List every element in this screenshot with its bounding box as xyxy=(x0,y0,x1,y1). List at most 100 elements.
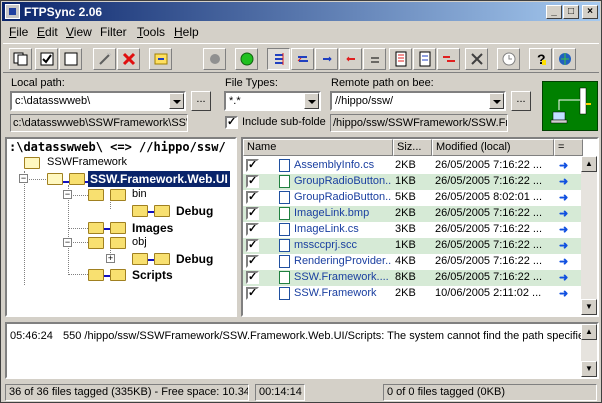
tree-node-bin[interactable]: bin xyxy=(132,188,147,200)
sync-right-icon[interactable] xyxy=(315,48,338,70)
collapse-icon[interactable]: − xyxy=(63,190,72,199)
menu-filter[interactable]: Filter xyxy=(100,25,127,39)
arrow-left-icon[interactable] xyxy=(339,48,362,70)
arrow-right-icon: ➜ xyxy=(559,160,569,172)
row-checkbox[interactable] xyxy=(246,206,259,220)
folder-icon xyxy=(110,269,126,281)
table-row[interactable]: SSW.Framework.... 8KB 26/05/2005 7:16:22 .… xyxy=(243,270,583,286)
log-scrollbar[interactable]: ▲ ▼ xyxy=(581,324,597,377)
row-checkbox[interactable] xyxy=(246,286,259,300)
collapse-icon[interactable]: − xyxy=(19,174,28,183)
help-icon[interactable]: ? xyxy=(529,48,552,70)
column-header-name[interactable]: Name xyxy=(243,139,393,156)
row-checkbox[interactable] xyxy=(246,222,259,236)
row-checkbox[interactable] xyxy=(246,174,259,188)
table-row[interactable]: ImageLink.bmp 2KB 26/05/2005 7:16:22 ... ➜ xyxy=(243,206,583,222)
project-file-icon xyxy=(279,271,290,284)
file-types-combo[interactable]: *.* xyxy=(224,91,321,111)
remote-path-combo[interactable]: //hippo/ssw/ xyxy=(330,91,506,111)
close-button[interactable]: × xyxy=(582,5,598,19)
browse-remote-button[interactable]: ... xyxy=(511,91,531,111)
collapse-icon[interactable]: − xyxy=(63,238,72,247)
stop-icon[interactable] xyxy=(203,48,226,70)
wand-icon[interactable] xyxy=(93,48,116,70)
row-checkbox[interactable] xyxy=(246,254,259,268)
checkbox-checked-icon[interactable] xyxy=(35,48,58,70)
table-row[interactable]: GroupRadioButton...1KB 26/05/2005 7:16:22… xyxy=(243,174,583,190)
table-row[interactable]: SSW.Framework 2KB 10/06/2005 2:11:02 ... ➜ xyxy=(243,286,583,302)
compare-remote-icon[interactable] xyxy=(413,48,436,70)
row-checkbox[interactable] xyxy=(246,190,259,204)
tools-icon[interactable] xyxy=(465,48,488,70)
tree-node-root[interactable]: SSWFramework xyxy=(47,156,127,168)
sync-left-icon[interactable] xyxy=(291,48,314,70)
folder-icon xyxy=(24,157,40,169)
status-bar: 36 of 36 files tagged (335KB) - Free spa… xyxy=(3,382,599,401)
tree-node-scripts[interactable]: Scripts xyxy=(132,268,173,282)
scroll-up-icon[interactable]: ▲ xyxy=(581,324,597,340)
menu-help[interactable]: Help xyxy=(174,25,199,39)
row-modified: 26/05/2005 8:02:01 ... xyxy=(435,191,543,203)
expand-icon[interactable]: + xyxy=(106,254,115,263)
go-icon[interactable] xyxy=(235,48,258,70)
local-path-combo[interactable]: c:\datasswweb\ xyxy=(10,91,186,111)
swap-icon[interactable] xyxy=(437,48,460,70)
scroll-down-icon[interactable]: ▼ xyxy=(581,299,597,315)
menu-edit[interactable]: Edit xyxy=(37,25,58,39)
include-subfolders-label: Include sub-folde xyxy=(242,116,326,128)
sync-both-icon[interactable] xyxy=(267,48,290,70)
log-panel[interactable]: 05:46:24 550 /hippo/ssw/SSWFramework/SSW… xyxy=(5,322,599,379)
chevron-down-icon[interactable] xyxy=(304,93,319,109)
folder-icon xyxy=(69,173,85,185)
table-row[interactable]: RenderingProvider...4KB 26/05/2005 7:16:2… xyxy=(243,254,583,270)
folder-icon xyxy=(88,269,104,281)
cs-file-icon xyxy=(279,287,290,300)
folder-tree[interactable]: :\datasswweb\ <=> //hippo/ssw/ SSWFramew… xyxy=(5,137,237,317)
checkbox-empty-icon[interactable] xyxy=(59,48,82,70)
clock-icon[interactable] xyxy=(497,48,520,70)
column-header-size[interactable]: Siz... xyxy=(393,139,432,156)
tree-node-images[interactable]: Images xyxy=(132,221,173,235)
tree-header: :\datasswweb\ <=> //hippo/ssw/ xyxy=(9,140,226,154)
scroll-up-icon[interactable]: ▲ xyxy=(581,156,597,172)
tree-node-obj[interactable]: obj xyxy=(132,236,147,248)
window-title: FTPSync 2.06 xyxy=(24,5,103,19)
scroll-down-icon[interactable]: ▼ xyxy=(581,361,597,377)
menu-view[interactable]: View xyxy=(66,25,92,39)
bmp-file-icon xyxy=(279,175,290,188)
row-filename: mssccprj.scc xyxy=(294,239,357,251)
menu-file[interactable]: File xyxy=(9,25,28,39)
chevron-down-icon[interactable] xyxy=(169,93,184,109)
row-checkbox[interactable] xyxy=(246,270,259,284)
row-checkbox[interactable] xyxy=(246,238,259,252)
include-subfolders-checkbox[interactable] xyxy=(225,115,238,129)
arrow-right-icon: ➜ xyxy=(559,176,569,188)
equal-icon[interactable] xyxy=(363,48,386,70)
table-row[interactable]: mssccprj.scc 1KB 26/05/2005 7:16:22 ... ➜ xyxy=(243,238,583,254)
table-row[interactable]: GroupRadioButton...5KB 26/05/2005 8:02:01… xyxy=(243,190,583,206)
minimize-button[interactable]: _ xyxy=(546,5,562,19)
delete-icon[interactable] xyxy=(117,48,140,70)
row-checkbox[interactable] xyxy=(246,158,259,172)
table-row[interactable]: AssemblyInfo.cs 2KB 26/05/2005 7:16:22 ...… xyxy=(243,158,583,174)
web-icon[interactable] xyxy=(553,48,576,70)
vertical-scrollbar[interactable]: ▲ ▼ xyxy=(581,156,597,315)
compare-local-icon[interactable] xyxy=(389,48,412,70)
browse-local-button[interactable]: ... xyxy=(191,91,211,111)
file-list[interactable]: Name Siz... Modified (local) = AssemblyI… xyxy=(241,137,599,317)
tree-node-bin-debug[interactable]: Debug xyxy=(176,204,213,218)
local-path-label: Local path: xyxy=(11,77,65,89)
title-bar[interactable]: FTPSync 2.06 _ □ × xyxy=(2,2,600,21)
menu-tools[interactable]: Tools xyxy=(137,25,165,39)
row-filename: GroupRadioButton... xyxy=(294,175,392,187)
refresh-icon[interactable] xyxy=(149,48,172,70)
row-filename: GroupRadioButton... xyxy=(294,191,392,203)
tree-node-selected[interactable]: SSW.Framework.Web.UI xyxy=(88,171,230,187)
chevron-down-icon[interactable] xyxy=(489,93,504,109)
column-header-modified[interactable]: Modified (local) xyxy=(432,139,554,156)
copy-icon[interactable] xyxy=(9,48,32,70)
column-header-equal[interactable]: = xyxy=(554,139,583,156)
tree-node-obj-debug[interactable]: Debug xyxy=(176,252,213,266)
maximize-button[interactable]: □ xyxy=(563,5,579,19)
table-row[interactable]: ImageLink.cs 3KB 26/05/2005 7:16:22 ... ➜ xyxy=(243,222,583,238)
